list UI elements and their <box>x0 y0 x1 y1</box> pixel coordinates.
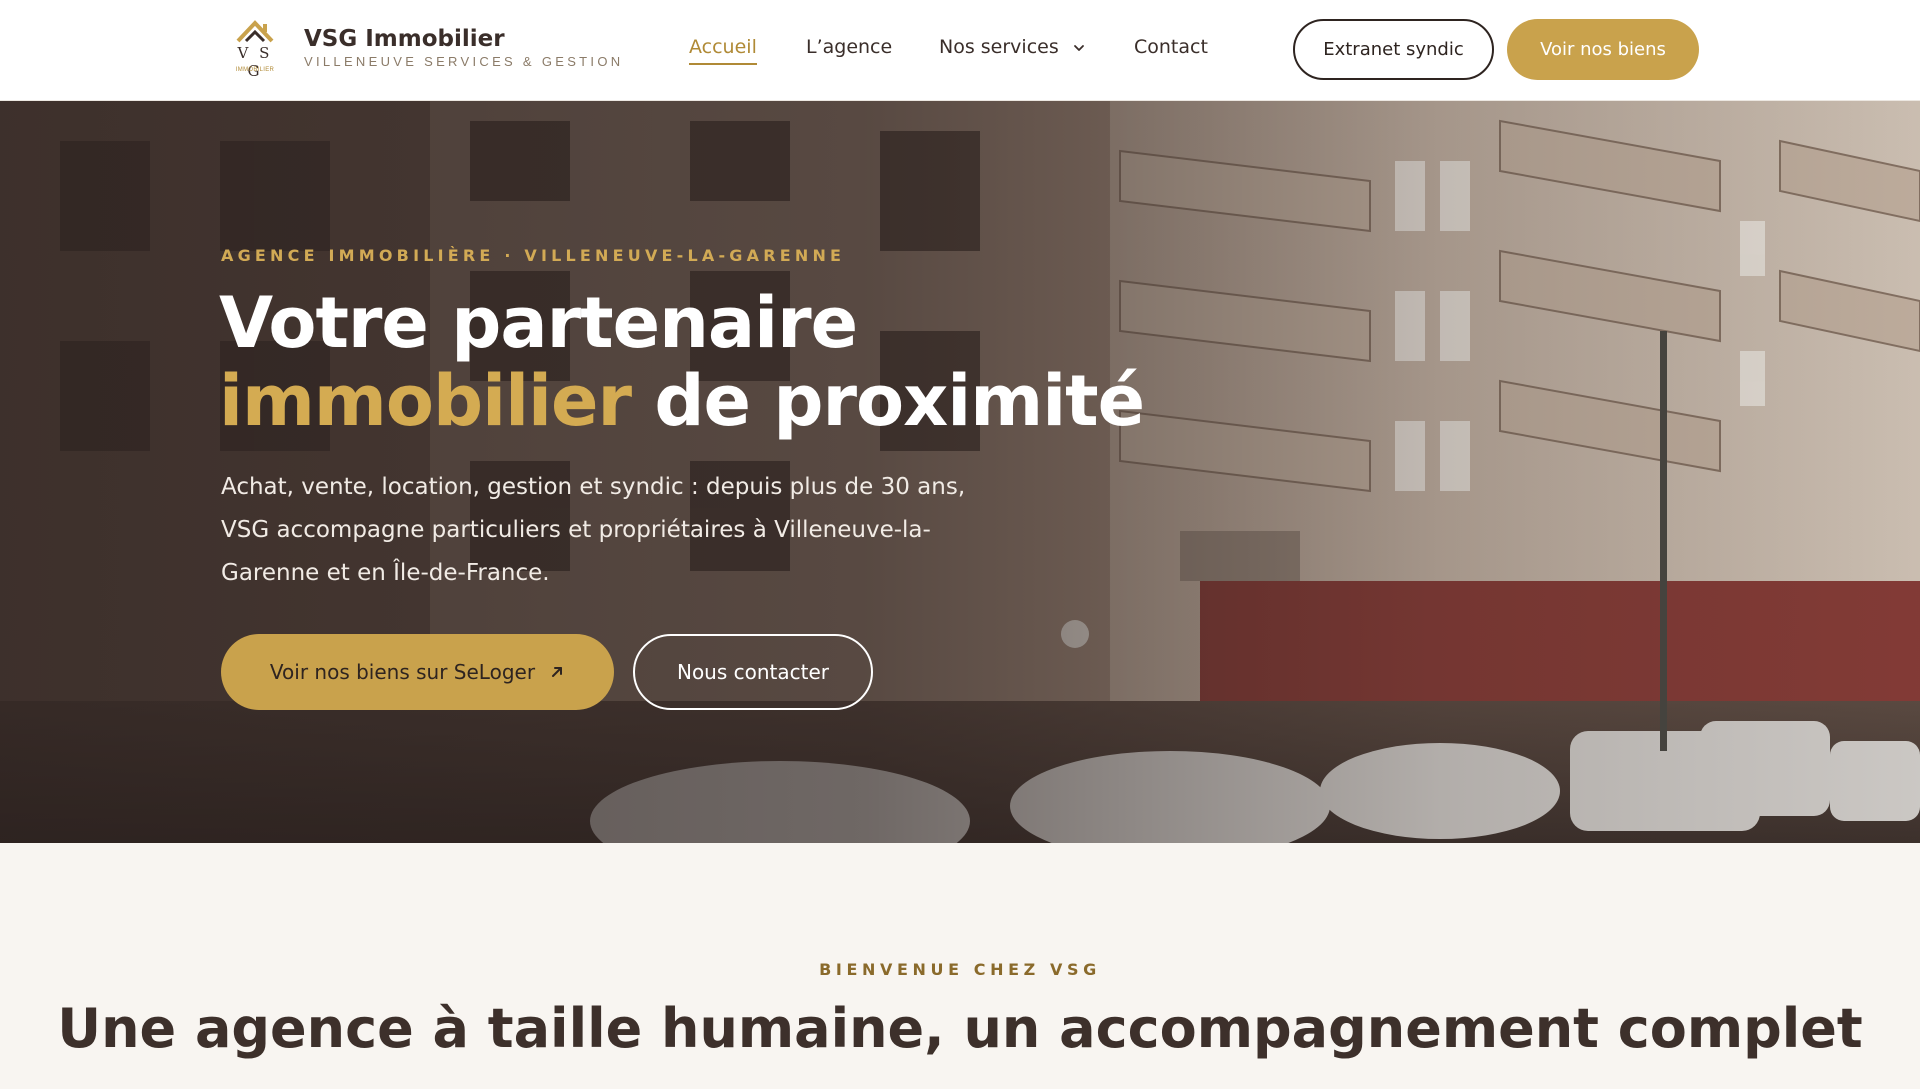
welcome-section: BIENVENUE CHEZ VSG Une agence à taille h… <box>0 843 1920 1089</box>
welcome-eyebrow: BIENVENUE CHEZ VSG <box>819 960 1101 979</box>
logo-roof-icon <box>236 20 274 43</box>
hero-section: AGENCE IMMOBILIÈRE · VILLENEUVE-LA-GAREN… <box>0 101 1920 843</box>
hero-title-line1: Votre partenaire <box>219 282 858 364</box>
seloger-listings-button[interactable]: Voir nos biens sur SeLoger <box>221 634 614 710</box>
brand-name[interactable]: VSG Immobilier <box>304 26 505 52</box>
contact-us-button[interactable]: Nous contacter <box>633 634 873 710</box>
hero-description: Achat, vente, location, gestion et syndi… <box>221 474 966 586</box>
hero-title: Votre partenaire immobilier de proximité <box>219 282 1145 442</box>
logo-subtitle: IMMOBILIER <box>235 67 275 73</box>
nav-item-accueil[interactable]: Accueil <box>689 36 757 65</box>
chevron-down-icon <box>1073 44 1084 51</box>
extranet-syndic-button[interactable]: Extranet syndic <box>1293 19 1494 80</box>
logo-letters: V S G <box>237 44 273 80</box>
view-listings-button[interactable]: Voir nos biens <box>1507 19 1699 80</box>
site-header: V S G IMMOBILIER VSG Immobilier VILLENEU… <box>0 0 1920 101</box>
hero-title-line2: de proximité <box>631 360 1145 442</box>
nav-item-contact[interactable]: Contact <box>1134 36 1208 58</box>
hero-eyebrow: AGENCE IMMOBILIÈRE · VILLENEUVE-LA-GAREN… <box>221 246 846 265</box>
active-nav-indicator <box>689 63 757 65</box>
seloger-button-label: Voir nos biens sur SeLoger <box>269 660 536 684</box>
brand-tagline: VILLENEUVE SERVICES & GESTION <box>304 54 624 69</box>
nav-item-label: Contact <box>1134 36 1208 58</box>
nav-item-label: L’agence <box>806 36 893 58</box>
nav-item-services[interactable]: Nos services <box>939 36 1087 58</box>
nav-item-label: Accueil <box>689 36 757 58</box>
nav-item-label: Nos services <box>939 36 1059 58</box>
external-arrow-icon <box>552 667 563 677</box>
brand-logo[interactable]: V S G IMMOBILIER <box>230 19 280 80</box>
nav-item-agence[interactable]: L’agence <box>806 36 892 58</box>
welcome-title: Une agence à taille humaine, un accompag… <box>57 997 1863 1060</box>
hero-title-accent: immobilier <box>219 360 632 442</box>
